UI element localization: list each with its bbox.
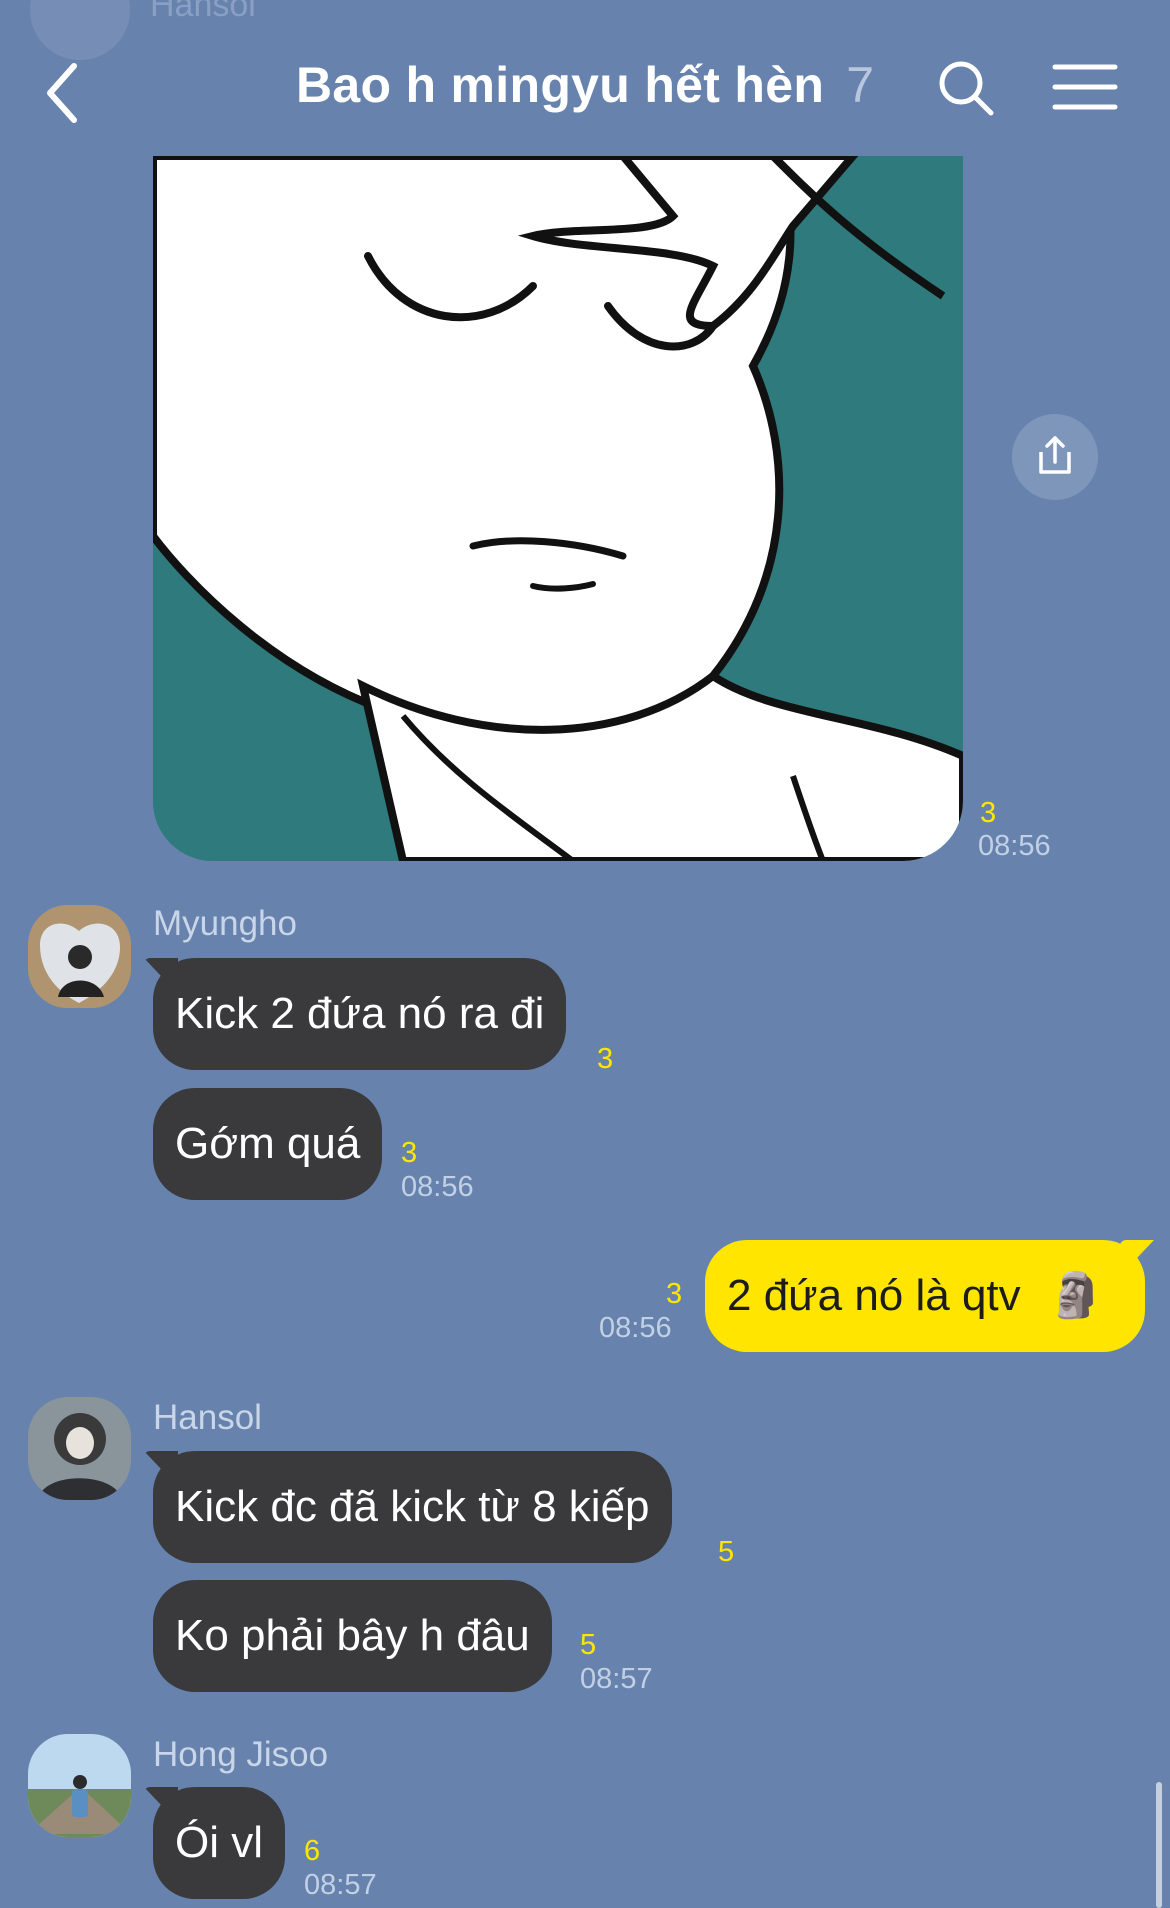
moai-emoji: 🗿 bbox=[1048, 1271, 1104, 1320]
read-count: 3 bbox=[401, 1137, 418, 1169]
read-count: 5 bbox=[580, 1629, 597, 1661]
timestamp: 08:57 bbox=[304, 1869, 377, 1901]
menu-button[interactable] bbox=[1052, 62, 1118, 112]
myungho-profile-photo bbox=[28, 905, 131, 1008]
timestamp: 08:57 bbox=[580, 1663, 653, 1695]
message-text: 2 đứa nó là qtv bbox=[727, 1271, 1021, 1320]
cartoon-face-image bbox=[153, 156, 963, 861]
sender-name: Myungho bbox=[153, 904, 297, 943]
member-count: 7 bbox=[846, 57, 875, 113]
share-button[interactable] bbox=[1012, 414, 1098, 500]
avatar-myungho[interactable] bbox=[28, 905, 131, 1008]
previous-sender-avatar bbox=[30, 0, 130, 60]
avatar-hong-jisoo[interactable] bbox=[28, 1734, 131, 1837]
message-bubble[interactable]: Gớm quá bbox=[153, 1088, 383, 1200]
message-bubble[interactable]: Kick 2 đứa nó ra đi bbox=[153, 958, 567, 1070]
hansol-profile-photo bbox=[28, 1397, 131, 1500]
avatar-hansol[interactable] bbox=[28, 1397, 131, 1500]
hong-jisoo-profile-photo bbox=[28, 1734, 131, 1837]
read-count: 3 bbox=[980, 797, 997, 829]
my-message-bubble[interactable]: 2 đứa nó là qtv 🗿 bbox=[705, 1240, 1145, 1352]
timestamp: 08:56 bbox=[599, 1312, 672, 1344]
timestamp: 08:56 bbox=[401, 1171, 474, 1203]
message-bubble[interactable]: Ko phải bây h đâu bbox=[153, 1580, 552, 1692]
search-button[interactable] bbox=[936, 58, 996, 118]
chat-title[interactable]: Bao h mingyu hết hèn bbox=[296, 57, 824, 113]
chevron-left-icon bbox=[47, 63, 77, 123]
search-icon bbox=[939, 61, 994, 116]
read-count: 3 bbox=[597, 1043, 614, 1075]
share-upload-icon bbox=[1039, 436, 1071, 474]
hamburger-menu-icon bbox=[1052, 64, 1118, 110]
sender-name: Hansol bbox=[153, 1398, 262, 1437]
message-bubble[interactable]: Ói vl bbox=[153, 1787, 285, 1899]
timestamp: 08:56 bbox=[978, 830, 1051, 862]
read-count: 6 bbox=[304, 1835, 321, 1867]
shared-image-message[interactable] bbox=[153, 156, 963, 861]
previous-sender-name: Hansol bbox=[150, 0, 256, 24]
scrollbar[interactable] bbox=[1156, 1782, 1162, 1908]
sender-name: Hong Jisoo bbox=[153, 1735, 329, 1774]
read-count: 3 bbox=[666, 1278, 683, 1310]
back-button[interactable] bbox=[40, 58, 90, 128]
read-count: 5 bbox=[718, 1536, 735, 1568]
message-bubble[interactable]: Kick đc đã kick từ 8 kiếp bbox=[153, 1451, 672, 1563]
